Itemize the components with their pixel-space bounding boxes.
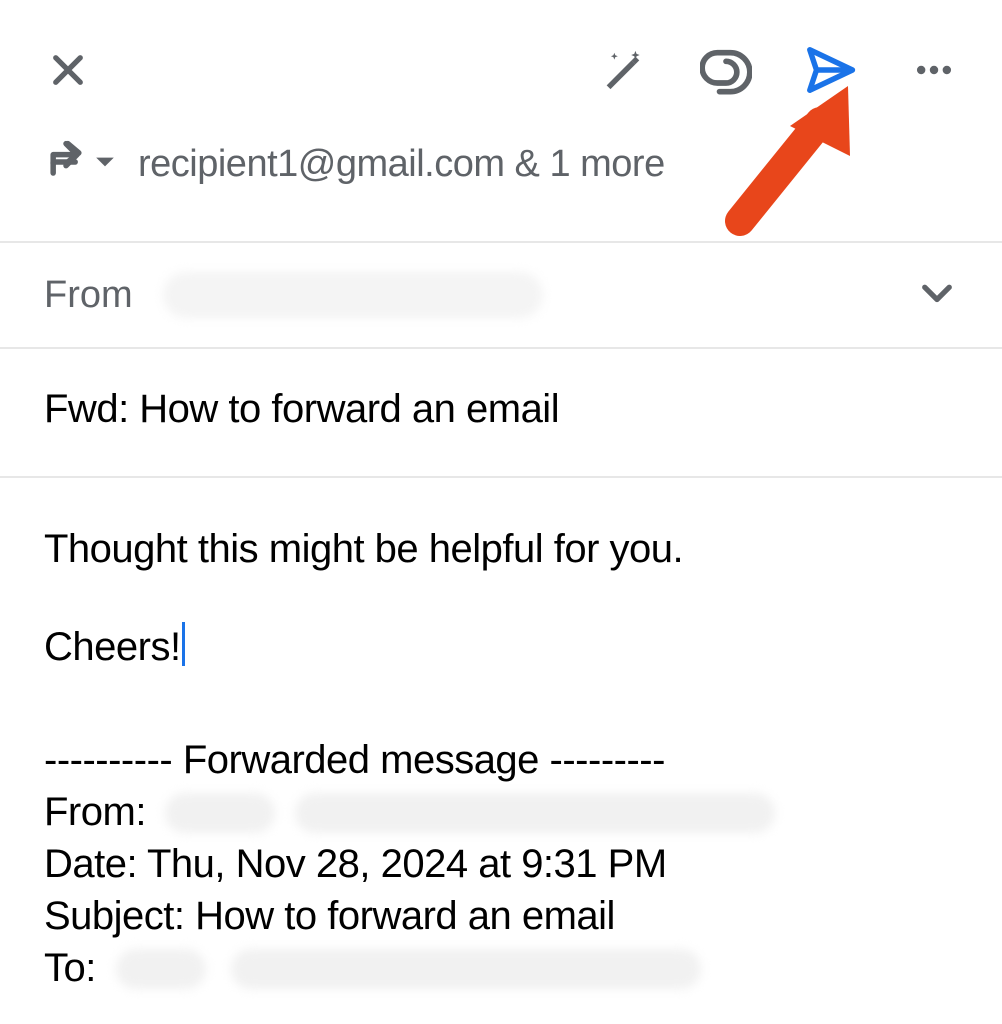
- forwarded-date-value: Thu, Nov 28, 2024 at 9:31 PM: [147, 842, 667, 886]
- more-icon[interactable]: [906, 42, 962, 98]
- forwarded-block: ---------- Forwarded message --------- F…: [44, 734, 958, 994]
- forwarded-subject-label: Subject:: [44, 894, 185, 938]
- forwarded-date-label: Date:: [44, 842, 137, 886]
- forwarded-header: ---------- Forwarded message ---------: [44, 734, 958, 786]
- from-label: From: [44, 274, 133, 317]
- recipient-text: recipient1@gmail.com & 1 more: [138, 143, 665, 186]
- magic-wand-icon[interactable]: [594, 42, 650, 98]
- forwarded-subject-line: Subject: How to forward an email: [44, 890, 958, 942]
- from-row[interactable]: From: [0, 241, 1002, 349]
- compose-toolbar: [0, 0, 1002, 140]
- forwarded-from-name-redacted: [165, 793, 275, 833]
- recipient-row[interactable]: recipient1@gmail.com & 1 more: [0, 140, 1002, 241]
- forwarded-from-label: From:: [44, 790, 146, 834]
- forwarded-subject-value: How to forward an email: [195, 894, 615, 938]
- forwarded-to-label: To:: [44, 946, 96, 990]
- recipient-dropdown-icon[interactable]: [94, 151, 116, 178]
- body-line-2-text: Cheers!: [44, 625, 181, 669]
- forwarded-date-line: Date: Thu, Nov 28, 2024 at 9:31 PM: [44, 838, 958, 890]
- close-icon[interactable]: [40, 42, 96, 98]
- subject-text: Fwd: How to forward an email: [44, 387, 559, 431]
- send-icon[interactable]: [802, 42, 858, 98]
- body-line-1: Thought this might be helpful for you.: [44, 524, 958, 574]
- chevron-down-icon[interactable]: [916, 272, 958, 319]
- text-caret: [182, 622, 185, 666]
- forwarded-to-email-redacted: [231, 949, 701, 989]
- subject-row[interactable]: Fwd: How to forward an email: [0, 349, 1002, 478]
- body-editor[interactable]: Thought this might be helpful for you. C…: [0, 478, 1002, 994]
- attach-icon[interactable]: [698, 42, 754, 98]
- forwarded-from-email-redacted: [295, 793, 775, 833]
- forwarded-to-name-redacted: [116, 949, 206, 989]
- forwarded-from-line: From:: [44, 786, 958, 838]
- forward-arrow-icon: [44, 140, 88, 189]
- from-value-redacted: [163, 272, 543, 318]
- body-line-2: Cheers!: [44, 622, 958, 672]
- forwarded-to-line: To:: [44, 942, 958, 994]
